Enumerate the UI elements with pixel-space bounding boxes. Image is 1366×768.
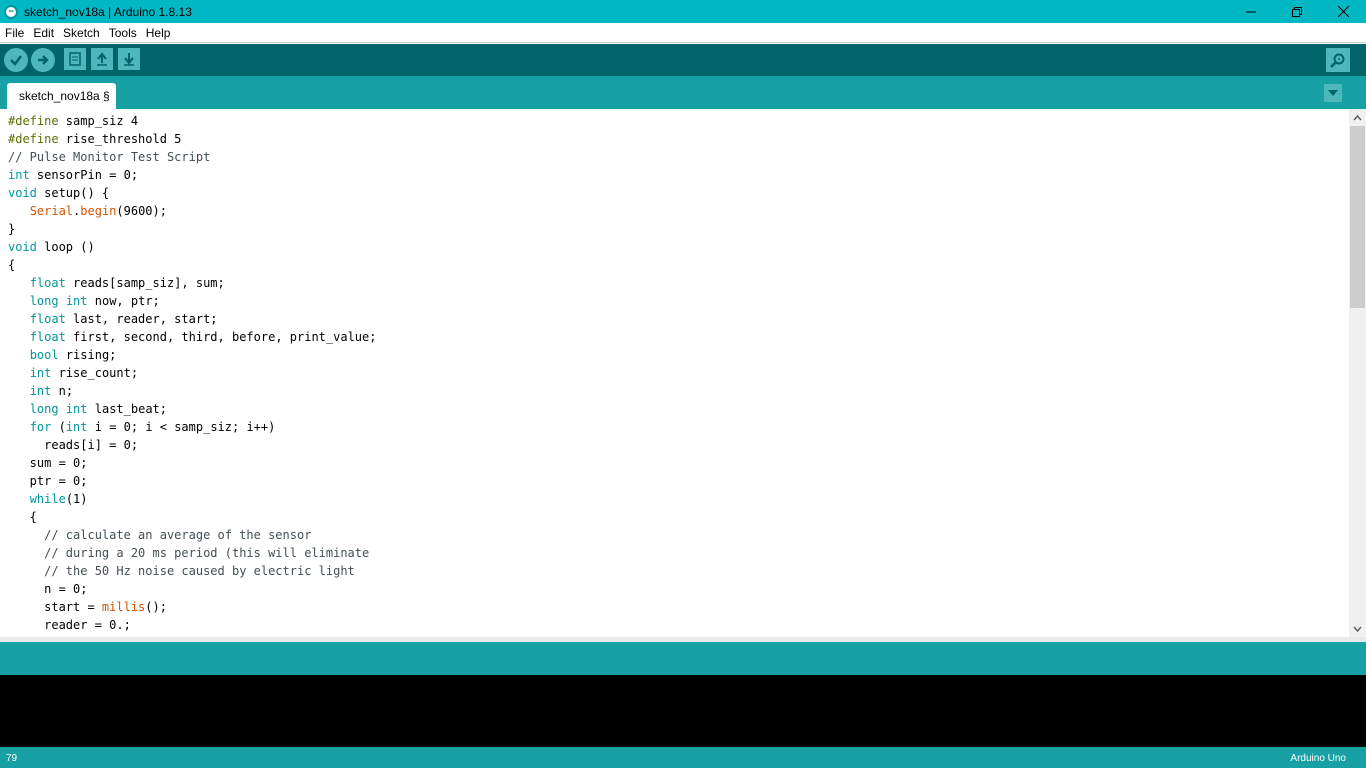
code-line[interactable]: while(1)	[8, 490, 376, 508]
chevron-up-icon	[1353, 114, 1362, 120]
menu-bar: File Edit Sketch Tools Help	[0, 23, 1366, 43]
code-line[interactable]: // calculate an average of the sensor	[8, 526, 376, 544]
open-icon	[97, 52, 107, 66]
code-line[interactable]: sum = 0;	[8, 454, 376, 472]
code-line[interactable]: // Pulse Monitor Test Script	[8, 148, 376, 166]
menu-tools[interactable]: Tools	[105, 23, 141, 43]
open-sketch-button[interactable]	[91, 48, 113, 70]
new-icon	[69, 52, 81, 66]
minimize-button[interactable]	[1228, 0, 1274, 23]
board-name: Arduino Uno	[1290, 753, 1346, 764]
code-line[interactable]: #define samp_siz 4	[8, 112, 376, 130]
code-line[interactable]: {	[8, 256, 376, 274]
upload-button[interactable]	[31, 48, 55, 72]
code-line[interactable]: float first, second, third, before, prin…	[8, 328, 377, 346]
title-bar: ∞ sketch_nov18a | Arduino 1.8.13	[0, 0, 1366, 23]
tab-bar: sketch_nov18a §	[0, 76, 1366, 109]
code-line[interactable]: int rise_count;	[8, 364, 376, 382]
code-line[interactable]: int sensorPin = 0;	[8, 166, 376, 184]
message-area	[0, 642, 1366, 675]
code-line[interactable]: n = 0;	[8, 580, 376, 598]
code-line[interactable]: int n;	[8, 382, 376, 400]
arduino-logo-icon: ∞	[4, 4, 18, 19]
code-line[interactable]: long int last_beat;	[8, 400, 376, 418]
menu-edit[interactable]: Edit	[29, 23, 58, 43]
editor-scrollbar[interactable]	[1349, 109, 1366, 637]
new-sketch-button[interactable]	[64, 48, 86, 70]
minimize-icon	[1246, 11, 1256, 12]
code-line[interactable]: float last, reader, start;	[8, 310, 376, 328]
verify-button[interactable]	[4, 48, 28, 72]
menu-file[interactable]: File	[1, 23, 28, 43]
status-bar: 79 Arduino Uno	[0, 747, 1366, 768]
tab-sketch[interactable]: sketch_nov18a §	[7, 83, 116, 109]
serial-monitor-button[interactable]	[1326, 48, 1350, 72]
restore-icon	[1292, 6, 1302, 17]
code-line[interactable]: long int now, ptr;	[8, 292, 376, 310]
close-button[interactable]	[1320, 0, 1366, 23]
code-line[interactable]: ptr = 0;	[8, 472, 376, 490]
verify-icon	[10, 55, 22, 66]
code-line[interactable]: Serial.begin(9600);	[8, 202, 376, 220]
chevron-down-icon	[1353, 626, 1362, 632]
scroll-down-button[interactable]	[1349, 620, 1366, 637]
code-line[interactable]: // the 50 Hz noise caused by electric li…	[8, 562, 376, 580]
close-icon	[1337, 6, 1349, 17]
code-line[interactable]: bool rising;	[8, 346, 376, 364]
scroll-up-button[interactable]	[1349, 109, 1366, 126]
toolbar	[0, 44, 1366, 76]
code-editor[interactable]: #define samp_siz 4 #define rise_threshold…	[0, 109, 1349, 637]
window-title: sketch_nov18a | Arduino 1.8.13	[24, 4, 192, 19]
code-line[interactable]: #define rise_threshold 5	[8, 130, 376, 148]
code-line[interactable]: for (int i = 0; i < samp_siz; i++)	[8, 418, 376, 436]
code-line[interactable]: void setup() {	[8, 184, 376, 202]
code-line[interactable]: reads[i] = 0;	[8, 436, 376, 454]
code-line[interactable]: // during a 20 ms period (this will elim…	[8, 544, 376, 562]
upload-icon	[38, 55, 49, 65]
window-controls	[1228, 0, 1366, 23]
menu-help[interactable]: Help	[142, 23, 175, 43]
chevron-down-icon	[1328, 90, 1338, 96]
line-number: 79	[6, 753, 18, 764]
tab-label: sketch_nov18a §	[19, 89, 110, 103]
scrollbar-thumb[interactable]	[1350, 126, 1365, 308]
save-icon	[124, 53, 134, 66]
console-output[interactable]	[0, 675, 1366, 747]
save-sketch-button[interactable]	[118, 48, 140, 70]
restore-button[interactable]	[1274, 0, 1320, 23]
code-line[interactable]: {	[8, 508, 376, 526]
menu-sketch[interactable]: Sketch	[59, 23, 104, 43]
code-line[interactable]: }	[8, 220, 376, 238]
code-line[interactable]: float reads[samp_siz], sum;	[8, 274, 376, 292]
code-line[interactable]: void loop ()	[8, 238, 376, 256]
code-line[interactable]: reader = 0.;	[8, 616, 376, 634]
code-line[interactable]: start = millis();	[8, 598, 376, 616]
tab-menu-button[interactable]	[1324, 84, 1342, 102]
code-text[interactable]: #define samp_siz 4 #define rise_threshold…	[8, 112, 376, 634]
serial-monitor-icon	[1330, 53, 1345, 68]
